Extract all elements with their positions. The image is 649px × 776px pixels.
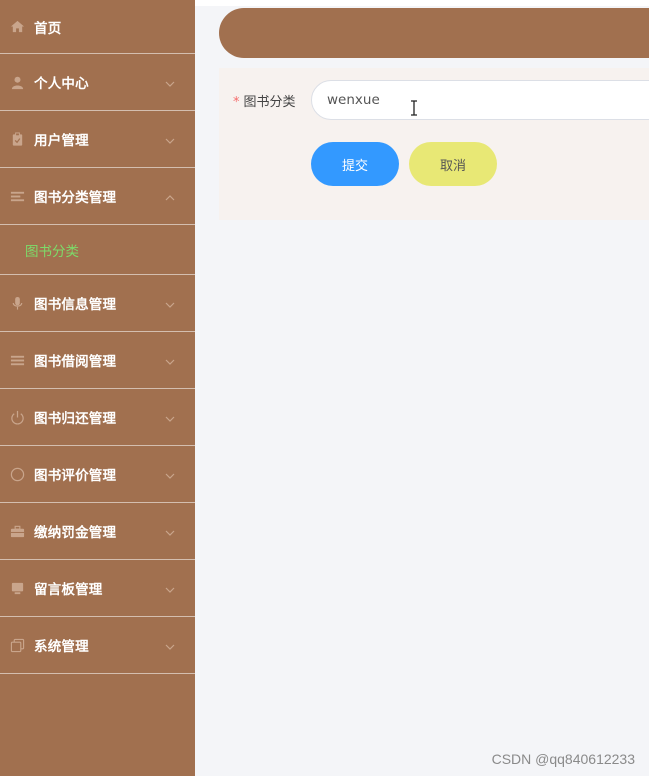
sidebar-item-label: 个人中心: [34, 76, 89, 92]
home-icon: [9, 19, 25, 35]
sidebar-item-label: 图书借阅管理: [34, 354, 117, 370]
sidebar-subitem-book-category[interactable]: 图书分类: [0, 225, 195, 275]
sidebar-item-label: 图书归还管理: [34, 411, 117, 427]
submit-button[interactable]: 提交: [311, 142, 399, 186]
sidebar-item-message-board-management[interactable]: 留言板管理: [0, 560, 195, 617]
chevron-down-icon: [165, 295, 175, 308]
sidebar-item-label: 图书评价管理: [34, 468, 117, 484]
sidebar-item-label: 图书信息管理: [34, 297, 117, 313]
chevron-down-icon: [165, 352, 175, 365]
copy-icon: [9, 637, 25, 653]
list-icon: [9, 188, 25, 204]
chevron-down-icon: [165, 466, 175, 479]
monitor-icon: [9, 580, 25, 596]
sidebar-item-user-management[interactable]: 用户管理: [0, 111, 195, 168]
sidebar-item-book-category-management[interactable]: 图书分类管理: [0, 168, 195, 225]
compass-icon: [9, 466, 25, 482]
sidebar-item-book-return-management[interactable]: 图书归还管理: [0, 389, 195, 446]
user-icon: [9, 74, 25, 90]
power-icon: [9, 409, 25, 425]
microphone-icon: [9, 295, 25, 311]
sidebar-item-label: 首页: [34, 20, 62, 37]
top-strip: [195, 0, 649, 6]
sidebar-item-label: 缴纳罚金管理: [34, 525, 117, 541]
chevron-down-icon: [165, 131, 175, 144]
chevron-down-icon: [165, 637, 175, 650]
text-cursor-icon: [409, 100, 419, 116]
category-input[interactable]: [311, 80, 649, 120]
sidebar-subitem-label: 图书分类: [25, 243, 79, 260]
watermark: CSDN @qq840612233: [491, 751, 635, 767]
sidebar-item-label: 用户管理: [34, 133, 89, 149]
category-field-label: * 图书分类: [233, 95, 296, 110]
chevron-up-icon: [165, 188, 175, 201]
menu-icon: [9, 352, 25, 368]
header-bar: [219, 8, 649, 58]
clipboard-icon: [9, 131, 25, 147]
sidebar-item-home[interactable]: 首页: [0, 0, 195, 54]
sidebar-item-label: 留言板管理: [34, 582, 103, 598]
sidebar-item-book-info-management[interactable]: 图书信息管理: [0, 275, 195, 332]
sidebar-item-label: 系统管理: [34, 639, 89, 655]
cancel-button[interactable]: 取消: [409, 142, 497, 186]
chevron-down-icon: [165, 580, 175, 593]
sidebar-item-book-review-management[interactable]: 图书评价管理: [0, 446, 195, 503]
sidebar-item-fine-payment-management[interactable]: 缴纳罚金管理: [0, 503, 195, 560]
sidebar-item-system-management[interactable]: 系统管理: [0, 617, 195, 674]
chevron-down-icon: [165, 74, 175, 87]
sidebar-item-label: 图书分类管理: [34, 190, 117, 206]
sidebar: 首页 个人中心 用户管理 图书分类管理 图书分类 图书信息管理 图书借阅管理 图…: [0, 0, 195, 776]
chevron-down-icon: [165, 523, 175, 536]
briefcase-icon: [9, 523, 25, 539]
sidebar-item-book-borrow-management[interactable]: 图书借阅管理: [0, 332, 195, 389]
sidebar-item-personal-center[interactable]: 个人中心: [0, 54, 195, 111]
chevron-down-icon: [165, 409, 175, 422]
required-mark: *: [233, 95, 240, 110]
